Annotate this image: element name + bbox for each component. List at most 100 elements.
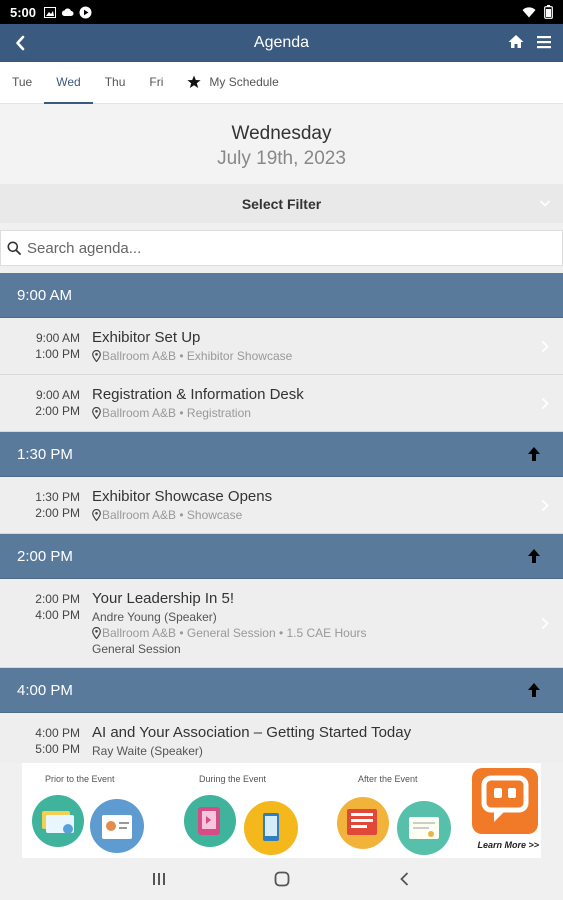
- location-pin-icon: [92, 509, 101, 521]
- session-location: Ballroom A&B • General Session • 1.5 CAE…: [92, 625, 533, 641]
- tab-label: Wed: [56, 75, 81, 89]
- mobile-app-illustration-icon: [184, 795, 236, 847]
- tab-tue[interactable]: Tue: [0, 61, 44, 103]
- session-end: 1:00 PM: [35, 347, 80, 361]
- back-button[interactable]: [10, 32, 30, 54]
- time-group-header[interactable]: 1:30 PM: [0, 432, 563, 477]
- session-title: Exhibitor Set Up: [92, 329, 201, 346]
- select-filter-button[interactable]: Select Filter: [0, 184, 563, 223]
- session-track: General Session: [92, 642, 181, 656]
- session-start: 9:00 AM: [35, 331, 80, 345]
- home-button[interactable]: [507, 33, 525, 51]
- session-start: 1:30 PM: [35, 490, 80, 504]
- sponsor-banner[interactable]: Prior to the Event During the Event Afte…: [22, 763, 541, 858]
- certificate-illustration-icon: [397, 801, 451, 855]
- session-speaker: Ray Waite (Speaker): [92, 744, 203, 758]
- session-end: 2:00 PM: [35, 506, 80, 520]
- chevron-right-icon: [541, 499, 549, 512]
- session-title: AI and Your Association – Getting Starte…: [92, 724, 412, 741]
- hamburger-icon: [537, 36, 551, 49]
- weekday-label: Wednesday: [231, 123, 332, 144]
- date-header: Wednesday July 19th, 2023: [0, 104, 563, 184]
- session-location: Ballroom A&B • Exhibitor Showcase: [92, 348, 533, 364]
- arrow-up-icon[interactable]: [527, 682, 541, 698]
- location-text: Ballroom A&B • General Session • 1.5 CAE…: [102, 626, 367, 640]
- session-times: 9:00 AM 1:00 PM: [0, 328, 80, 364]
- survey-illustration-icon: [337, 797, 389, 849]
- search-bar: [0, 230, 563, 266]
- phone-illustration-icon: [244, 801, 298, 855]
- chevron-right-icon: [541, 617, 549, 630]
- session-start: 9:00 AM: [35, 388, 80, 402]
- location-pin-icon: [92, 407, 101, 419]
- location-text: Ballroom A&B • Registration: [102, 406, 251, 420]
- home-nav-icon[interactable]: [273, 870, 291, 888]
- date-label: July 19th, 2023: [217, 148, 346, 169]
- banner-during-label: During the Event: [199, 774, 267, 784]
- chevron-right-icon: [541, 397, 549, 410]
- banner-prior-label: Prior to the Event: [45, 774, 115, 784]
- time-group-header[interactable]: 4:00 PM: [0, 668, 563, 713]
- system-nav-bar: [0, 858, 563, 900]
- arrow-up-icon[interactable]: [527, 548, 541, 564]
- session-row[interactable]: 4:00 PM 5:00 PM AI and Your Association …: [0, 713, 563, 763]
- session-speaker: Andre Young (Speaker): [92, 610, 217, 624]
- badge-illustration-icon: [90, 799, 144, 853]
- battery-icon: [544, 5, 553, 19]
- session-title: Registration & Information Desk: [92, 386, 304, 403]
- status-notification-icons: [44, 6, 92, 19]
- wifi-icon: [522, 6, 536, 17]
- app-bar: Agenda: [0, 24, 563, 62]
- location-pin-icon: [92, 627, 101, 639]
- session-times: 2:00 PM 4:00 PM: [0, 589, 80, 657]
- location-pin-icon: [92, 350, 101, 362]
- session-end: 2:00 PM: [35, 404, 80, 418]
- chevron-left-icon: [16, 35, 25, 51]
- tab-label: Fri: [149, 75, 164, 89]
- home-icon: [508, 35, 524, 48]
- location-text: Ballroom A&B • Exhibitor Showcase: [102, 349, 293, 363]
- session-start: 2:00 PM: [35, 592, 80, 606]
- time-group-header[interactable]: 9:00 AM: [0, 273, 563, 318]
- cards-illustration-icon: [32, 795, 84, 847]
- session-row[interactable]: 1:30 PM 2:00 PM Exhibitor Showcase Opens…: [0, 477, 563, 534]
- page-title: Agenda: [253, 34, 310, 51]
- tab-fri[interactable]: Fri: [137, 61, 175, 103]
- recent-apps-icon[interactable]: [150, 870, 168, 888]
- session-location: Ballroom A&B • Registration: [92, 405, 533, 421]
- time-group-header[interactable]: 2:00 PM: [0, 534, 563, 579]
- chevron-down-icon: [539, 200, 551, 207]
- banner-after-label: After the Event: [358, 774, 418, 784]
- tab-label: My Schedule: [209, 75, 279, 89]
- menu-button[interactable]: [535, 33, 553, 51]
- tab-wed[interactable]: Wed: [44, 61, 94, 104]
- day-tabs: Tue Wed Thu Fri My Schedule: [0, 62, 563, 104]
- session-row[interactable]: 2:00 PM 4:00 PM Your Leadership In 5! An…: [0, 579, 563, 668]
- session-title: Exhibitor Showcase Opens: [92, 488, 273, 505]
- status-bar: 5:00: [0, 0, 563, 24]
- tab-thu[interactable]: Thu: [93, 61, 138, 103]
- session-row[interactable]: 9:00 AM 1:00 PM Exhibitor Set Up Ballroo…: [0, 318, 563, 375]
- session-times: 1:30 PM 2:00 PM: [0, 487, 80, 523]
- group-time: 2:00 PM: [17, 547, 73, 565]
- group-time: 1:30 PM: [17, 445, 73, 463]
- play-notification-icon: [79, 6, 92, 18]
- chevron-right-icon: [541, 340, 549, 353]
- session-end: 4:00 PM: [35, 608, 80, 622]
- tab-label: Thu: [104, 75, 126, 89]
- arrow-up-icon[interactable]: [527, 446, 541, 462]
- back-nav-icon[interactable]: [396, 870, 414, 888]
- brand-logo: [472, 768, 538, 834]
- star-icon: [187, 75, 201, 88]
- location-text: Ballroom A&B • Showcase: [102, 508, 243, 522]
- session-row[interactable]: 9:00 AM 2:00 PM Registration & Informati…: [0, 375, 563, 432]
- learn-more-link[interactable]: Learn More >>: [477, 840, 539, 850]
- session-location: Ballroom A&B • Showcase: [92, 507, 533, 523]
- group-time: 4:00 PM: [17, 681, 73, 699]
- search-input[interactable]: [27, 239, 527, 257]
- search-icon: [7, 241, 21, 255]
- session-times: 9:00 AM 2:00 PM: [0, 385, 80, 421]
- agenda-list: 9:00 AM 9:00 AM 1:00 PM Exhibitor Set Up…: [0, 273, 563, 763]
- cloud-notification-icon: [61, 8, 74, 16]
- tab-my-schedule[interactable]: My Schedule: [175, 61, 290, 103]
